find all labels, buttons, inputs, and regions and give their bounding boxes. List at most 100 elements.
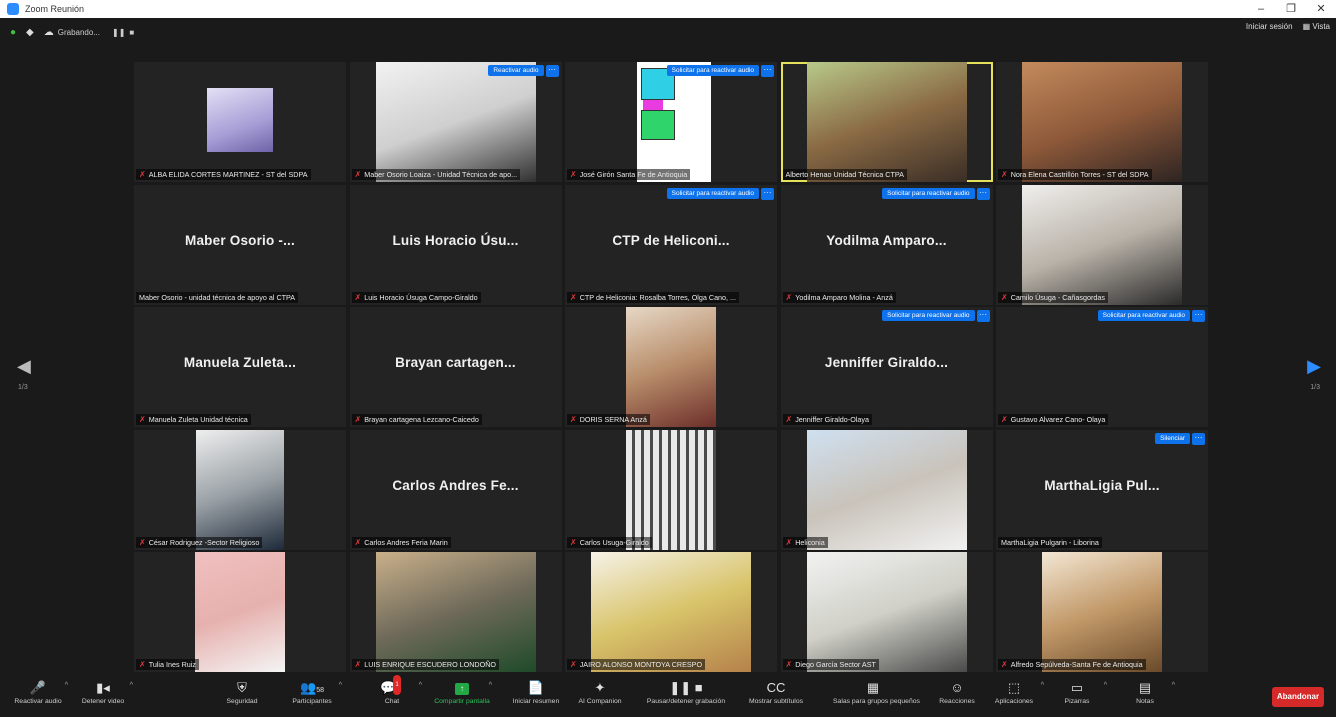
more-options-icon[interactable]: ··· [761, 65, 774, 77]
participant-video [196, 429, 284, 550]
participant-tile[interactable]: ✗ DORIS SERNA Anzá [565, 307, 777, 427]
toolbar-share-button[interactable]: ↑ Compartir pantalla ^ [422, 678, 502, 705]
encryption-icon[interactable]: ◆ [26, 27, 34, 38]
participant-tile[interactable]: ✗ Alfredo Sepúlveda-Santa Fe de Antioquia [996, 552, 1208, 672]
toolbar-companion-button[interactable]: ✦ AI Companion [560, 678, 640, 705]
participant-tile[interactable]: ✗ Camilo Úsuga - Cañasgordas [996, 184, 1208, 305]
participant-tile[interactable]: ✗ LUIS ENRIQUE ESCUDERO LONDOÑO [349, 552, 562, 672]
muted-mic-icon: ✗ [139, 415, 146, 424]
recording-label: Pausar/detener grabación [646, 698, 726, 705]
ask-to-unmute-button[interactable]: Solicitar para reactivar audio [882, 310, 975, 321]
ask-to-unmute-button[interactable]: Solicitar para reactivar audio [666, 187, 759, 199]
participant-name-label: ✗ CTP de Heliconia: Rosalba Torres, Olga … [567, 291, 740, 303]
more-options-icon[interactable]: ··· [976, 310, 990, 322]
participant-name-label: ✗ Carlos Usuga-Giraldo [567, 536, 652, 548]
more-options-icon[interactable]: ··· [761, 187, 774, 200]
toolbar-video-button[interactable]: ▮◂ Detener video ^ [63, 678, 143, 705]
participant-tile[interactable]: ✗ ALBA ELIDA CORTES MARTINEZ - ST del SDP… [134, 62, 346, 182]
more-options-icon[interactable]: ··· [545, 65, 559, 77]
stop-recording-icon[interactable]: ■ [129, 28, 134, 37]
participant-tile[interactable]: Solicitar para reactivar audio ··· ✗ José G… [565, 62, 777, 182]
participant-display-name: Yodilma Amparo... [826, 232, 947, 248]
toolbar-breakout-button[interactable]: ▦ Salas para grupos pequeños [833, 678, 920, 705]
participant-tile[interactable]: ✗ JAIRO ALONSO MONTOYA CRESPO [565, 552, 777, 672]
next-page-arrow-icon[interactable]: ▶ [1307, 356, 1321, 377]
participant-name: ALBA ELIDA CORTES MARTINEZ - ST del SDPA [148, 170, 308, 179]
participant-name: DORIS SERNA Anzá [579, 415, 647, 424]
mute-participant-button[interactable]: Silenciar [1155, 432, 1190, 444]
participant-name-label: ✗ Gustavo Alvarez Cano- Olaya [998, 414, 1109, 425]
participant-tile[interactable]: Yodilma Amparo... Solicitar para reactiva… [780, 184, 993, 305]
grid-view-icon: ▦ [1302, 22, 1313, 31]
participant-tile[interactable]: Manuela Zuleta... ✗ Manuela Zuleta Unidad … [134, 307, 346, 427]
participant-name-label: ✗ Diego García Sector AST [782, 659, 879, 670]
previous-page-arrow-icon[interactable]: ◀ [17, 356, 31, 377]
participant-tile[interactable]: Jenniffer Giraldo... Solicitar para react… [780, 307, 993, 427]
participant-avatar [207, 88, 273, 152]
security-label: Seguridad [226, 698, 258, 705]
participant-tile[interactable]: Luis Horacio Úsu... ✗ Luis Horacio Úsuga C… [349, 184, 562, 305]
participant-name-label: ✗ DORIS SERNA Anzá [567, 414, 650, 425]
meeting-toolbar: 🎤 Reactivar audio ^ ▮◂ Detener video ^ ⛨ Seguri… [0, 675, 1336, 717]
participant-tile[interactable]: Reactivar audio ··· ✗ Maber Osorio Loaiza -… [349, 62, 562, 182]
chevron-up-icon[interactable]: ^ [489, 682, 492, 689]
chevron-up-icon[interactable]: ^ [130, 682, 133, 689]
participant-tile[interactable]: Carlos Andres Fe... ✗ Carlos Andres Feria … [349, 429, 562, 550]
participant-name-label: ✗ Heliconia [782, 536, 828, 548]
unmute-participant-button[interactable]: Reactivar audio [488, 65, 544, 76]
toolbar-chat-button[interactable]: 💬1 Chat ^ [352, 675, 432, 705]
participant-name: Brayan cartagena Lezcano-Caicedo [364, 415, 479, 424]
ask-to-unmute-button[interactable]: Solicitar para reactivar audio [1097, 310, 1190, 321]
muted-mic-icon: ✗ [1001, 660, 1008, 669]
participant-tile[interactable]: ✗ Diego García Sector AST [780, 552, 993, 672]
participant-tile[interactable]: Solicitar para reactivar audio ··· ✗ Gustav… [996, 307, 1208, 427]
toolbar-participants-button[interactable]: 👥58 Participantes ^ [272, 678, 352, 705]
pause-recording-icon[interactable]: ❚❚ [112, 28, 125, 37]
participant-count: 58 [316, 687, 324, 694]
muted-mic-icon: ✗ [354, 537, 362, 547]
participant-tile[interactable]: ✗ Tulia Ines Ruiz [134, 552, 346, 672]
unmute-glyph: 🎤 [29, 680, 47, 695]
more-options-icon[interactable]: ··· [1192, 310, 1205, 322]
leave-meeting-button[interactable]: Abandonar [1272, 687, 1324, 707]
participant-tile[interactable]: ✗ Nora Elena Castrillón Torres - ST del S… [996, 62, 1208, 182]
participant-video [1022, 62, 1182, 182]
participant-name: Diego García Sector AST [795, 660, 876, 669]
participant-tile[interactable]: Alberto Henao Unidad Técnica CTPA [780, 62, 993, 182]
muted-mic-icon: ✗ [1001, 292, 1008, 302]
muted-mic-icon: ✗ [139, 170, 146, 179]
participant-tile[interactable]: ✗ Heliconia [780, 429, 993, 550]
more-options-icon[interactable]: ··· [976, 187, 990, 200]
muted-mic-icon: ✗ [785, 537, 793, 547]
toolbar-captions-button[interactable]: CC Mostrar subtítulos [736, 678, 816, 705]
participant-name: Alberto Henao Unidad Técnica CTPA [785, 170, 904, 179]
participant-name: Nora Elena Castrillón Torres - ST del SD… [1010, 170, 1149, 179]
minimize-button[interactable]: – [1246, 0, 1276, 18]
toolbar-notes-button[interactable]: ▤ Notas ^ [1105, 678, 1185, 705]
participant-tile[interactable]: MarthaLigia Pul... Silenciar ··· MarthaLigi… [996, 429, 1208, 550]
participant-tile[interactable]: CTP de Heliconi... Solicitar para reactiv… [565, 184, 777, 305]
toolbar-security-button[interactable]: ⛨ Seguridad [202, 678, 282, 705]
participant-name: César Rodriguez -Sector Religioso [148, 537, 260, 547]
restore-button[interactable]: ❐ [1276, 0, 1306, 18]
toolbar-recording-button[interactable]: ❚❚ ■ Pausar/detener grabación [646, 678, 726, 705]
more-options-icon[interactable]: ··· [1192, 432, 1205, 445]
view-button[interactable]: ▦ Vista [1303, 22, 1330, 31]
participant-video [591, 552, 751, 672]
participant-name-label: ✗ Tulia Ines Ruiz [136, 659, 199, 670]
chevron-up-icon[interactable]: ^ [339, 682, 342, 689]
participant-tile[interactable]: ✗ Carlos Usuga-Giraldo [565, 429, 777, 550]
recording-status: Grabando... [57, 27, 100, 37]
participant-name-label: ✗ Luis Horacio Úsuga Campo-Giraldo [351, 291, 481, 303]
participant-tile[interactable]: Brayan cartagen... ✗ Brayan cartagena Lezc… [349, 307, 562, 427]
participant-tile[interactable]: Maber Osorio -... Maber Osorio - unidad t… [134, 184, 346, 305]
muted-mic-icon: ✗ [354, 170, 362, 179]
security-shield-icon[interactable]: ● [10, 27, 16, 38]
participant-tile[interactable]: ✗ César Rodriguez -Sector Religioso [134, 429, 346, 550]
close-button[interactable]: ✕ [1306, 0, 1336, 18]
chevron-up-icon[interactable]: ^ [1172, 682, 1175, 689]
ask-to-unmute-button[interactable]: Solicitar para reactivar audio [882, 187, 975, 199]
signin-button[interactable]: Iniciar sesión [1246, 22, 1293, 31]
participant-display-name: Jenniffer Giraldo... [824, 355, 949, 370]
ask-to-unmute-button[interactable]: Solicitar para reactivar audio [666, 65, 759, 76]
